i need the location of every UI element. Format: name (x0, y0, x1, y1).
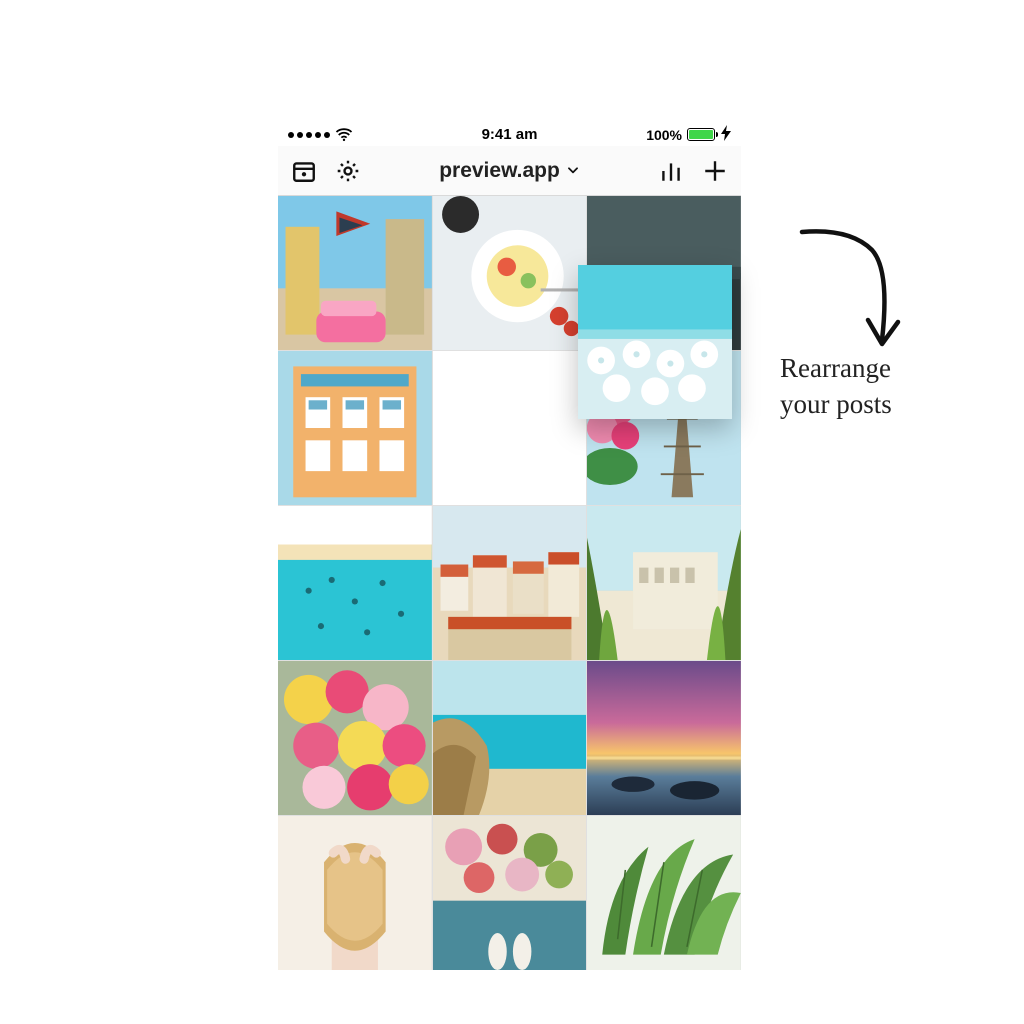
grid-tile[interactable] (433, 816, 587, 970)
gear-icon[interactable] (334, 157, 362, 185)
account-switcher[interactable]: preview.app (439, 159, 580, 183)
dragged-tile[interactable] (578, 265, 732, 419)
status-bar: 9:41 am 100% (278, 120, 741, 146)
status-left (288, 126, 482, 144)
grid-tile[interactable] (433, 506, 587, 660)
arrow-icon (790, 220, 910, 370)
status-time: 9:41 am (482, 126, 538, 143)
phone-frame: 9:41 am 100% preview.app (278, 120, 741, 916)
chevron-down-icon (566, 163, 580, 181)
status-right: 100% (537, 125, 731, 144)
grid-tile[interactable] (278, 816, 432, 970)
bar-chart-icon[interactable] (657, 157, 685, 185)
grid-tile[interactable] (278, 506, 432, 660)
wifi-icon (335, 126, 353, 144)
signal-dots-icon (288, 132, 330, 138)
annotation-line2: your posts (780, 386, 1000, 422)
nav-title-label: preview.app (439, 159, 560, 183)
grid-tile[interactable] (433, 196, 587, 350)
grid-tile[interactable] (278, 196, 432, 350)
grid-tile-empty[interactable] (433, 351, 587, 505)
grid-tile[interactable] (433, 661, 587, 815)
grid-tile[interactable] (587, 506, 741, 660)
grid-tile[interactable] (587, 816, 741, 970)
grid-tile[interactable] (587, 661, 741, 815)
battery-percent: 100% (646, 127, 682, 143)
grid-tile[interactable] (278, 351, 432, 505)
annotation: Rearrange your posts (770, 220, 1000, 423)
plus-icon[interactable] (701, 157, 729, 185)
battery-icon (687, 128, 715, 141)
grid-tile[interactable] (278, 661, 432, 815)
nav-bar: preview.app (278, 146, 741, 196)
charging-icon (721, 125, 731, 144)
calendar-icon[interactable] (290, 157, 318, 185)
